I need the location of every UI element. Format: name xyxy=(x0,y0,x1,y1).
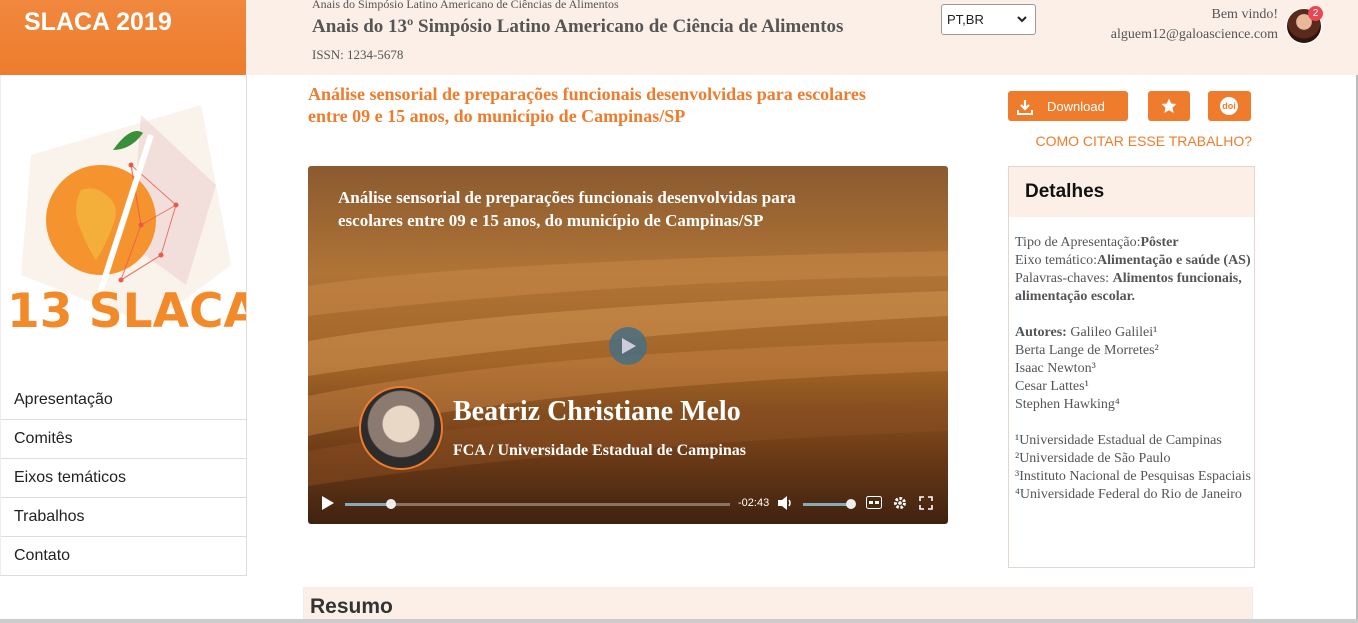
presenter-affiliation: FCA / Universidade Estadual de Campinas xyxy=(453,442,746,459)
abstract-section: Resumo xyxy=(303,587,1253,623)
doi-icon: doi xyxy=(1220,97,1238,115)
play-icon xyxy=(622,338,636,354)
horizontal-scrollbar[interactable] xyxy=(0,619,1358,623)
issn-text: ISSN: 1234-5678 xyxy=(312,47,404,62)
sidebar-item-apresentacao[interactable]: Apresentação xyxy=(1,381,246,420)
thematic-axis: Eixo temático:Alimentação e saúde (AS) xyxy=(1015,253,1251,268)
institution-item: ³Instituto Nacional de Pesquisas Espacia… xyxy=(1015,469,1251,484)
abstract-heading: Resumo xyxy=(310,595,393,618)
star-icon xyxy=(1161,98,1177,113)
sidebar-item-comites[interactable]: Comitês xyxy=(1,420,246,459)
institution-item: ⁴Universidade Federal do Rio de Janeiro xyxy=(1015,487,1242,502)
author-item[interactable]: Isaac Newton³ xyxy=(1015,360,1252,378)
brand-name[interactable]: SLACA 2019 xyxy=(24,8,172,37)
author-item[interactable]: Cesar Lattes¹ xyxy=(1015,378,1252,396)
video-play-button[interactable] xyxy=(609,327,647,365)
doi-button[interactable]: doi xyxy=(1208,91,1251,121)
header-subtitle: Anais do Simpósio Latino Americano de Ci… xyxy=(312,0,619,11)
download-label: Download xyxy=(1047,99,1105,114)
sidebar-item-eixos[interactable]: Eixos temáticos xyxy=(1,459,246,498)
user-email[interactable]: alguem12@galoascience.com xyxy=(1111,27,1278,43)
progress-handle[interactable] xyxy=(386,499,397,509)
captions-icon[interactable] xyxy=(866,496,882,509)
sidebar: 13 SLACA Apresentação Comitês Eixos temá… xyxy=(0,75,247,576)
download-icon xyxy=(1017,100,1033,115)
volume-handle[interactable] xyxy=(846,499,856,509)
video-player[interactable]: Análise sensorial de preparações funcion… xyxy=(308,166,948,524)
video-controls: -02:43 xyxy=(308,486,948,522)
progress-fill xyxy=(345,503,392,506)
fullscreen-icon[interactable] xyxy=(919,496,933,510)
slaca-logo[interactable]: 13 SLACA xyxy=(1,95,246,365)
author-item[interactable]: Stephen Hawking⁴ xyxy=(1015,396,1252,414)
author-item[interactable]: Berta Lange de Morretes² xyxy=(1015,342,1252,360)
institution-item: ¹Universidade Estadual de Campinas xyxy=(1015,433,1222,448)
page-title: Anais do 13º Simpósio Latino Americano d… xyxy=(312,16,844,37)
details-body: Tipo de Apresentação:Pôster Eixo temátic… xyxy=(1015,234,1252,504)
details-panel: Detalhes Tipo de Apresentação:Pôster Eix… xyxy=(1008,166,1255,568)
cite-link[interactable]: COMO CITAR ESSE TRABALHO? xyxy=(1035,133,1252,149)
language-select[interactable]: PT,BR xyxy=(941,4,1036,35)
play-icon[interactable] xyxy=(322,496,334,510)
favorite-button[interactable] xyxy=(1148,91,1190,121)
settings-icon[interactable] xyxy=(893,496,907,510)
language-value: PT,BR xyxy=(947,12,984,27)
chevron-down-icon xyxy=(1017,16,1027,23)
details-title: Detalhes xyxy=(1025,181,1105,202)
volume-slider[interactable] xyxy=(803,503,848,506)
volume-icon[interactable] xyxy=(778,496,794,510)
institution-item: ²Universidade de São Paulo xyxy=(1015,451,1171,466)
progress-bar[interactable] xyxy=(345,499,730,509)
details-header: Detalhes xyxy=(1009,167,1254,217)
download-button[interactable]: Download xyxy=(1008,91,1128,121)
brand-bar: SLACA 2019 xyxy=(0,0,246,75)
welcome-text: Bem vindo! xyxy=(1211,7,1279,22)
logo-text: 13 SLACA xyxy=(7,284,246,339)
presenter-photo xyxy=(359,386,443,470)
presenter-name: Beatriz Christiane Melo xyxy=(453,396,741,427)
sidebar-item-trabalhos[interactable]: Trabalhos xyxy=(1,498,246,537)
time-remaining: -02:43 xyxy=(738,497,770,509)
keywords: Palavras-chaves: Alimentos funcionais, a… xyxy=(1015,271,1242,304)
presentation-type: Tipo de Apresentação:Pôster xyxy=(1015,235,1179,250)
sidebar-nav: Apresentação Comitês Eixos temáticos Tra… xyxy=(1,381,246,575)
author-item: Autores: Galileo Galilei¹ xyxy=(1015,325,1158,340)
notification-badge[interactable]: 2 xyxy=(1308,6,1323,21)
video-title: Análise sensorial de preparações funcion… xyxy=(338,188,796,230)
paper-title: Análise sensorial de preparações funcion… xyxy=(308,84,866,126)
site-header: Anais do Simpósio Latino Americano de Ci… xyxy=(246,0,1358,75)
sidebar-item-contato[interactable]: Contato xyxy=(1,537,246,575)
